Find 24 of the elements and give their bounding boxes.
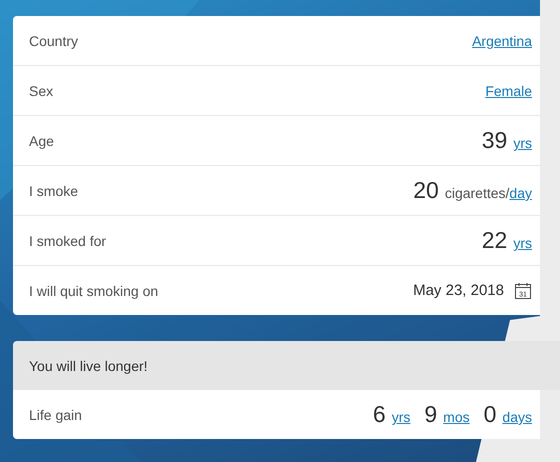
unit-link[interactable]: yrs (513, 135, 532, 151)
unit-link[interactable]: yrs (513, 235, 532, 251)
number-value: 39 (482, 127, 508, 154)
value-link[interactable]: Female (485, 82, 532, 98)
field-label: Age (29, 132, 54, 148)
number-value: 20 (413, 177, 439, 204)
unit-link[interactable]: days (502, 409, 532, 425)
field-label: Sex (29, 82, 54, 98)
unit-text: cigarettes/ (444, 185, 510, 201)
number-value: 9 (424, 401, 438, 428)
field-label: Life gain (29, 406, 82, 422)
date-value: May 23, 2018 (413, 282, 504, 299)
unit-link[interactable]: day (509, 185, 532, 201)
field-label: I smoke (29, 182, 78, 198)
number-value: 22 (482, 227, 508, 254)
unit-link[interactable]: yrs (392, 409, 410, 425)
unit-link[interactable]: mos (443, 409, 470, 425)
number-value: 0 (484, 401, 496, 428)
field-label: I smoked for (29, 232, 106, 248)
number-value: 6 (372, 401, 386, 428)
field-label: I will quit smoking on (29, 282, 158, 298)
value-link[interactable]: Argentina (472, 32, 532, 48)
result-title: You will live longer! (29, 358, 148, 374)
field-label: Country (29, 32, 78, 48)
